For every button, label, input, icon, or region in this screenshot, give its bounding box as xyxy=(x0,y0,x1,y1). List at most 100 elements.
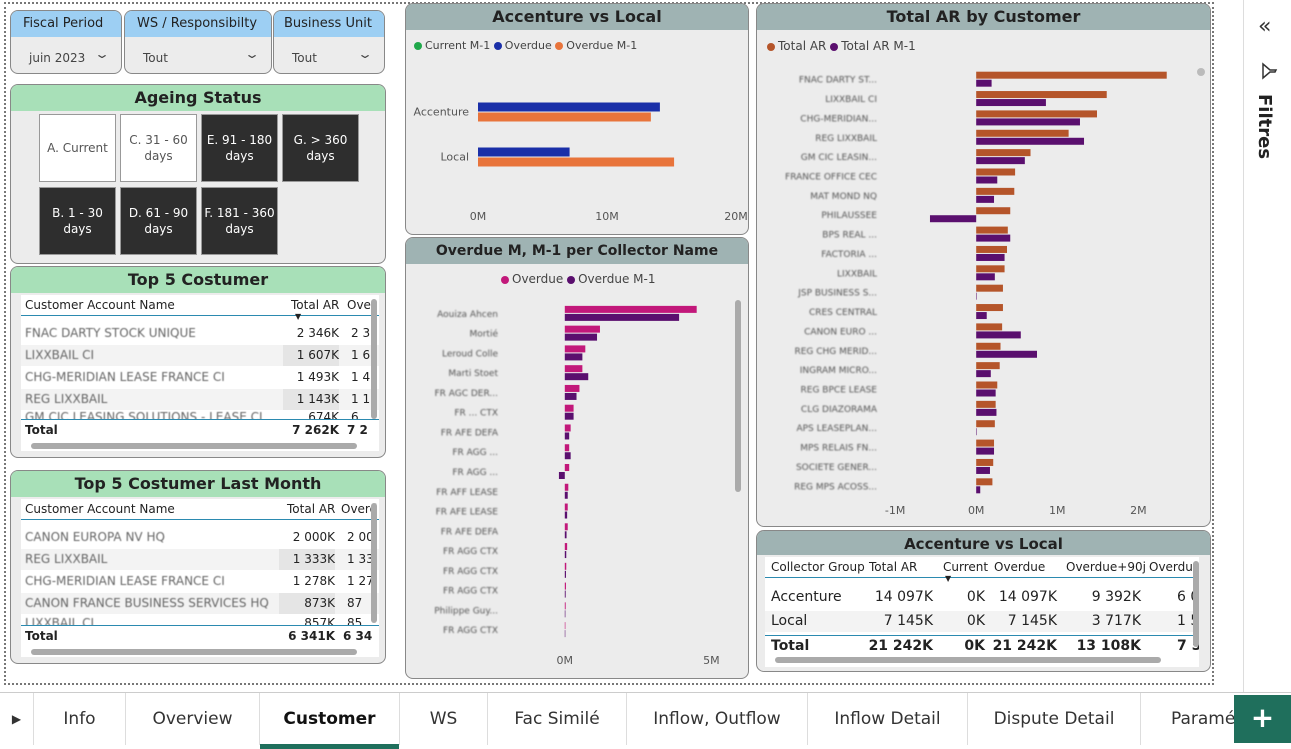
category-label: FR ... CTX xyxy=(454,409,498,419)
horizontal-scrollbar[interactable] xyxy=(31,649,357,655)
add-page-button[interactable]: + xyxy=(1234,695,1291,743)
category-label: REG BPCE LEASE xyxy=(801,386,878,396)
ageing-tile[interactable]: F. 181 - 360 days xyxy=(201,187,278,255)
table-row[interactable]: Local 7 145K 0K 7 145K 3 717K 1 5 xyxy=(765,611,1199,632)
tab-inflow-detail[interactable]: Inflow Detail xyxy=(808,693,968,745)
tab-dispute-detail[interactable]: Dispute Detail xyxy=(968,693,1141,745)
cell-total-label: Total xyxy=(25,629,58,643)
tab-overview[interactable]: Overview xyxy=(126,693,260,745)
bar xyxy=(929,215,977,223)
category-label: FR AGC DER... xyxy=(434,389,498,399)
legend-item[interactable]: Current M-1 xyxy=(414,39,490,52)
legend-item[interactable]: Overdue xyxy=(501,272,563,286)
category-label: FR AGG CTX xyxy=(443,587,498,597)
category-label: PHILAUSSEE xyxy=(821,211,877,221)
category-label: FR AFE DEFA xyxy=(441,527,499,537)
ageing-tile[interactable]: C. 31 - 60 days xyxy=(120,114,197,182)
category-label: JSP BUSINESS S... xyxy=(797,289,877,299)
cell-total: 1 607K xyxy=(283,345,339,366)
legend-item[interactable]: Overdue M-1 xyxy=(555,39,637,52)
legend-dot xyxy=(830,42,839,51)
legend-label: Current M-1 xyxy=(425,39,491,52)
collapse-double-chevron-icon[interactable]: « xyxy=(1258,14,1271,39)
cell-current: 0K xyxy=(964,638,985,654)
horizontal-scrollbar[interactable] xyxy=(775,657,1161,663)
table-row[interactable]: FNAC DARTY STOCK UNIQUE 2 346K 2 3 xyxy=(21,323,379,344)
scroll-indicator[interactable] xyxy=(1197,68,1205,76)
table-row[interactable]: LIXXBAIL CI 1 607K 1 6 xyxy=(21,345,379,366)
vertical-scrollbar[interactable] xyxy=(371,503,377,623)
ageing-tile[interactable]: E. 91 - 180 days xyxy=(201,114,278,182)
legend-item[interactable]: Overdue xyxy=(493,39,552,52)
table-row[interactable]: GM CIC LEASING SOLUTIONS - LEASE CI 674K… xyxy=(21,407,379,419)
table-row[interactable]: REG LIXXBAIL 1 333K 1 33 xyxy=(21,549,379,570)
tab-parametres[interactable]: Paramé xyxy=(1141,693,1241,745)
slicer-fiscal-period[interactable]: Fiscal Period juin 2023 ⌄ xyxy=(10,10,122,74)
vertical-scrollbar[interactable] xyxy=(371,299,377,419)
table-row[interactable]: CANON EUROPA NV HQ 2 000K 2 00 xyxy=(21,527,379,548)
tab-info[interactable]: Info xyxy=(34,693,126,745)
cell-name: FNAC DARTY STOCK UNIQUE xyxy=(25,326,196,340)
bar xyxy=(976,195,995,203)
x-tick-label: 0M xyxy=(968,504,985,517)
col-header-customer[interactable]: Customer Account Name xyxy=(25,295,175,316)
bar xyxy=(976,137,1085,145)
tab-scroll-right-icon[interactable]: ▶ xyxy=(0,693,34,745)
category-label: Accenture xyxy=(414,106,470,119)
filters-label[interactable]: Filtres xyxy=(1254,94,1275,159)
col-header-overdue-2[interactable]: Overdue xyxy=(1149,557,1199,578)
legend-item[interactable]: Overdue M-1 xyxy=(567,272,655,286)
chevron-down-icon[interactable]: ⌄ xyxy=(244,47,260,61)
chevron-down-icon[interactable]: ⌄ xyxy=(357,47,373,61)
ageing-tile[interactable]: D. 61 - 90 days xyxy=(120,187,197,255)
table-row[interactable]: CHG-MERIDIAN LEASE FRANCE CI 1 493K 1 4 xyxy=(21,367,379,388)
bar xyxy=(976,187,1015,195)
legend-item[interactable]: Total AR M-1 xyxy=(830,39,916,53)
slicer-header: Fiscal Period xyxy=(11,11,121,37)
category-label: REG MPS ACOSS... xyxy=(794,482,877,492)
table-row[interactable]: CANON FRANCE BUSINESS SERVICES HQ 873K 8… xyxy=(21,593,379,614)
filter-icon[interactable] xyxy=(1260,62,1278,80)
col-header-collector-group[interactable]: Collector Group xyxy=(771,557,865,578)
cell-total: 2 000K xyxy=(292,530,335,544)
col-header-total-ar[interactable]: Total AR xyxy=(869,557,917,578)
bar xyxy=(976,439,995,447)
ageing-tile[interactable]: A. Current xyxy=(39,114,116,182)
col-header-overdue[interactable]: Overdue xyxy=(994,557,1045,578)
card-title: Top 5 Costumer xyxy=(11,267,385,293)
slicer-business-unit[interactable]: Business Unit Tout ⌄ xyxy=(273,10,385,74)
ageing-tile[interactable]: B. 1 - 30 days xyxy=(39,187,116,255)
horizontal-scrollbar[interactable] xyxy=(31,443,357,449)
table-row[interactable]: Accenture 14 097K 0K 14 097K 9 392K 6 0 xyxy=(765,587,1199,608)
bar xyxy=(976,99,1046,107)
cell-total: 873K xyxy=(279,593,335,614)
tab-ws[interactable]: WS xyxy=(400,693,488,745)
bar xyxy=(478,102,660,112)
cell-overdue: 87 xyxy=(347,596,363,610)
slicer-ws-responsibility[interactable]: WS / Responsibilty Tout ⌄ xyxy=(124,10,272,74)
chevron-down-icon[interactable]: ⌄ xyxy=(94,47,110,61)
vertical-scrollbar[interactable] xyxy=(1193,561,1199,647)
table-row[interactable]: LIXXBAIL CI 857K 85 xyxy=(21,613,379,625)
bar xyxy=(564,590,566,598)
category-label: REG LIXXBAIL xyxy=(815,134,877,144)
bar xyxy=(564,543,568,551)
x-tick-label: 2M xyxy=(1130,504,1147,517)
category-label: FR AGG ... xyxy=(452,448,498,458)
category-label: FNAC DARTY ST... xyxy=(799,76,877,86)
tab-customer[interactable]: Customer xyxy=(260,693,400,749)
x-tick-label: -1M xyxy=(885,504,905,517)
tab-fac-simile[interactable]: Fac Similé xyxy=(488,693,627,745)
table-row[interactable]: CHG-MERIDIAN LEASE FRANCE CI 1 278K 1 27 xyxy=(21,571,379,592)
tab-inflow-outflow[interactable]: Inflow, Outflow xyxy=(627,693,808,745)
ageing-tile[interactable]: G. > 360 days xyxy=(282,114,359,182)
bar xyxy=(976,350,1037,358)
vertical-scrollbar[interactable] xyxy=(735,300,741,492)
category-label: LIXXBAIL CI xyxy=(825,95,877,105)
cell-total: 857K xyxy=(304,616,335,625)
col-header-customer[interactable]: Customer Account Name xyxy=(25,499,175,520)
legend-item[interactable]: Total AR xyxy=(767,39,826,53)
bar xyxy=(564,464,570,471)
col-header-overdue-90[interactable]: Overdue+90j xyxy=(1066,557,1146,578)
col-header-total-ar[interactable]: Total AR xyxy=(287,499,335,520)
